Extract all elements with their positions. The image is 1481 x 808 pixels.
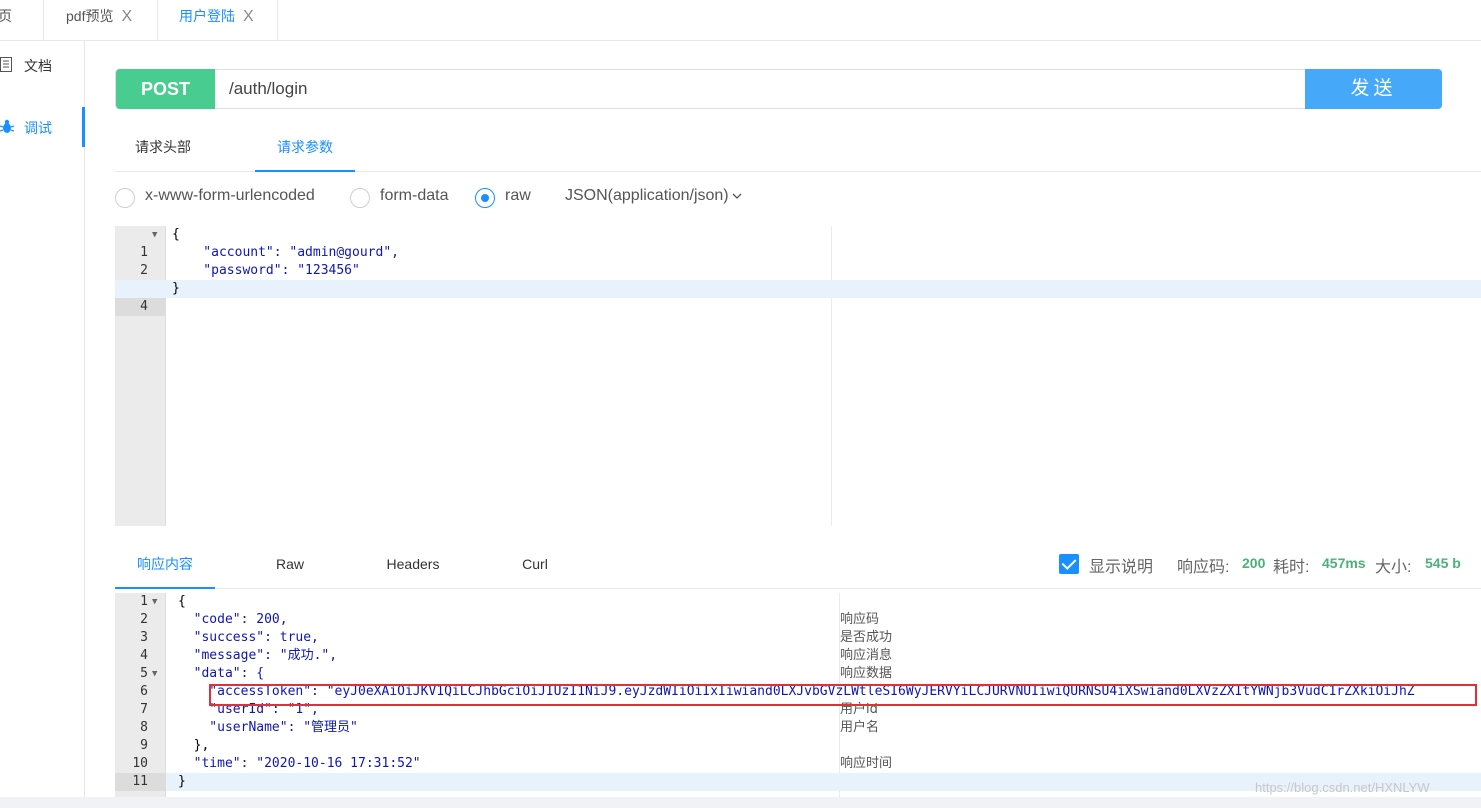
code-text: "password": "123456" [172, 263, 360, 278]
url-input[interactable] [216, 70, 1304, 108]
close-icon[interactable]: X [121, 1, 132, 33]
request-tabs: 请求头部 请求参数 [115, 128, 1481, 172]
request-body-editor[interactable]: 1▼{ 2 "account": "admin@gourd", 3 "passw… [115, 226, 1481, 526]
response-code-label: 响应码: [1177, 559, 1230, 576]
code-text: "account": "admin@gourd", [172, 245, 399, 260]
code-text: "success": true, [178, 630, 319, 645]
code-text: }, [178, 738, 210, 753]
tab-response-content[interactable]: 响应内容 [115, 545, 215, 589]
field-description: 用户名 [840, 720, 880, 735]
tab-pdf-preview[interactable]: pdf预览 X [44, 0, 158, 40]
code-text: { [178, 594, 186, 609]
line-number: 10 [132, 756, 148, 771]
tab-request-params[interactable]: 请求参数 [255, 128, 355, 172]
fold-arrow-icon[interactable]: ▼ [152, 593, 157, 611]
fold-arrow-icon[interactable]: ▼ [152, 665, 157, 683]
code-line: 1 ▼{ [115, 226, 1481, 260]
radio-label: raw [505, 187, 531, 204]
code-text: "message": "成功.", [178, 648, 338, 663]
code-line: 5 ▼ "data": { 响应数据 [115, 665, 1481, 683]
radio-circle[interactable] [475, 188, 495, 208]
line-number: 9 [140, 738, 148, 753]
code-line-current: 4} [115, 280, 1481, 316]
sidebar-item-docs[interactable]: 文档 [0, 45, 85, 85]
field-description: 响应消息 [840, 648, 893, 663]
field-description: 响应时间 [840, 756, 893, 771]
code-line: 4 "message": "成功.", 响应消息 [115, 647, 1481, 665]
code-text: "data": { [178, 666, 265, 681]
show-desc-checkbox[interactable] [1059, 554, 1079, 574]
tab-response-headers[interactable]: Headers [373, 545, 453, 589]
tab-label: 用户登陆 [179, 8, 235, 24]
line-number: 3 [140, 630, 148, 645]
radio-circle[interactable] [350, 188, 370, 208]
sidebar: 文档 调试 [0, 41, 85, 808]
watermark: https://blog.csdn.net/HXNLYW [1255, 780, 1430, 795]
content-type-label: JSON(application/json) [565, 187, 729, 204]
tab-bar: 主页 pdf预览 X 用户登陆 X [0, 0, 1481, 41]
sidebar-item-label: 文档 [24, 58, 52, 74]
fold-arrow-icon[interactable]: ▼ [152, 226, 157, 244]
tab-response-raw[interactable]: Raw [250, 545, 330, 589]
line-number: 4 [140, 648, 148, 663]
response-code-value: 200 [1242, 555, 1266, 571]
tab-label: pdf预览 [66, 8, 114, 24]
code-text: { [172, 227, 180, 242]
close-icon[interactable]: X [243, 1, 254, 33]
send-button[interactable]: 发送 [1305, 69, 1442, 109]
response-size-value: 545 b [1425, 555, 1461, 571]
line-number: 11 [115, 773, 166, 791]
field-description: 响应码 [840, 612, 880, 627]
code-text: "time": "2020-10-16 17:31:52" [178, 756, 421, 771]
response-time-value: 457ms [1322, 555, 1366, 571]
tab-label: 主页 [0, 8, 12, 24]
access-token-highlight [209, 684, 1477, 706]
bug-icon [0, 119, 15, 135]
tab-home[interactable]: 主页 [0, 0, 44, 40]
code-text: } [178, 774, 186, 789]
line-number: 7 [140, 702, 148, 717]
sidebar-item-label: 调试 [24, 120, 52, 136]
tab-response-curl[interactable]: Curl [495, 545, 575, 589]
response-tabs: 响应内容 Raw Headers Curl 显示说明 响应码: 200 耗时: … [115, 545, 1481, 589]
line-number: 8 [140, 720, 148, 735]
code-text: "userName": "管理员" [178, 720, 358, 735]
bottom-strip [0, 797, 1481, 808]
tab-user-login[interactable]: 用户登陆 X [158, 0, 278, 40]
radio-label: form-data [380, 187, 449, 204]
code-line: 8 "userName": "管理员" 用户名 [115, 719, 1481, 737]
request-bar: POST 发送 [115, 69, 1442, 109]
radio-label: x-www-form-urlencoded [145, 187, 315, 204]
code-line: 3 "success": true, 是否成功 [115, 629, 1481, 647]
line-number: 4 [115, 298, 166, 316]
code-line: 1 ▼ { [115, 593, 1481, 611]
code-text: } [172, 281, 180, 296]
line-number: 5 [140, 666, 148, 681]
field-description: 响应数据 [840, 666, 893, 681]
code-line: 3 "password": "123456" [115, 262, 1481, 296]
code-line: 9 }, [115, 737, 1481, 755]
line-number: 1 [140, 594, 148, 609]
show-desc-label: 显示说明 [1089, 559, 1154, 576]
chevron-down-icon [732, 193, 742, 199]
content-type-select[interactable]: JSON(application/json) [565, 187, 743, 205]
line-number: 6 [140, 684, 148, 699]
response-time-label: 耗时: [1273, 559, 1310, 576]
code-text: "code": 200, [178, 612, 288, 627]
method-select[interactable]: POST [116, 69, 215, 109]
sidebar-item-debug[interactable]: 调试 [0, 107, 85, 147]
field-description: 是否成功 [840, 630, 893, 645]
radio-circle[interactable] [115, 188, 135, 208]
document-icon [0, 57, 14, 73]
code-line: 10 "time": "2020-10-16 17:31:52" 响应时间 [115, 755, 1481, 773]
response-size-label: 大小: [1375, 559, 1412, 576]
tab-request-headers[interactable]: 请求头部 [135, 128, 235, 172]
code-line: 2 "account": "admin@gourd", [115, 244, 1481, 278]
line-number: 2 [140, 612, 148, 627]
code-line: 2 "code": 200, 响应码 [115, 611, 1481, 629]
